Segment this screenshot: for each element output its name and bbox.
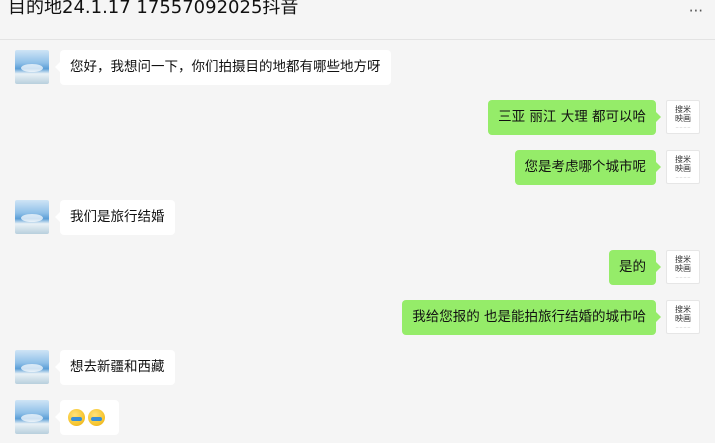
laugh-cry-emoji-icon	[68, 408, 85, 426]
studio-avatar[interactable]: 搜米映画 — — — —	[666, 300, 700, 334]
contact-avatar[interactable]	[15, 350, 49, 384]
contact-avatar[interactable]	[15, 400, 49, 434]
studio-logo-subtext: — — — —	[675, 325, 691, 329]
studio-avatar[interactable]: 搜米映画 — — — —	[666, 150, 700, 184]
studio-logo-text: 搜米映画	[675, 155, 691, 173]
chat-header: 目的地24.1.17 17557092025抖音 ···	[0, 0, 715, 40]
message-bubble-received[interactable]: 我们是旅行结婚	[55, 200, 175, 235]
message-bubble-emoji[interactable]	[55, 400, 119, 435]
message-bubble-sent[interactable]: 是的	[609, 250, 661, 285]
studio-logo-subtext: — — — —	[675, 275, 691, 279]
message-bubble-received[interactable]: 您好，我想问一下，你们拍摄目的地都有哪些地方呀	[55, 50, 391, 85]
message-bubble-received[interactable]: 想去新疆和西藏	[55, 350, 175, 385]
studio-logo-subtext: — — — —	[675, 125, 691, 129]
chat-title: 目的地24.1.17 17557092025抖音	[8, 0, 299, 18]
message-bubble-sent[interactable]: 我给您报的 也是能拍旅行结婚的城市哈	[402, 300, 661, 335]
studio-logo-text: 搜米映画	[675, 305, 691, 323]
studio-avatar[interactable]: 搜米映画 — — — —	[666, 100, 700, 134]
chat-window: 目的地24.1.17 17557092025抖音 ··· 您好，我想问一下，你们…	[0, 0, 715, 443]
message-bubble-sent[interactable]: 三亚 丽江 大理 都可以哈	[488, 100, 661, 135]
more-dots-icon[interactable]: ···	[689, 2, 703, 20]
studio-logo-text: 搜米映画	[675, 255, 691, 273]
laugh-cry-emoji-icon	[88, 408, 105, 426]
studio-avatar[interactable]: 搜米映画 — — — —	[666, 250, 700, 284]
message-bubble-sent[interactable]: 您是考虑哪个城市呢	[514, 150, 661, 185]
studio-logo-text: 搜米映画	[675, 105, 691, 123]
contact-avatar[interactable]	[15, 50, 49, 84]
studio-logo-subtext: — — — —	[675, 175, 691, 179]
contact-avatar[interactable]	[15, 200, 49, 234]
